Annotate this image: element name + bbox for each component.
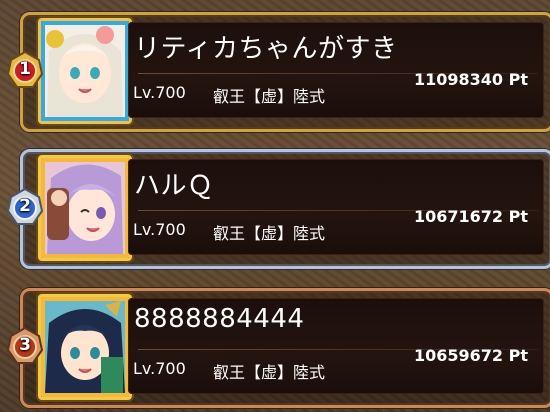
- player-title: 叡王【虚】陸式: [213, 87, 326, 106]
- player-name: 8888884444: [134, 304, 305, 334]
- player-info-panel: リティカちゃんがすき Lv.700 叡王【虚】陸式 11098340 Pt: [128, 22, 544, 118]
- player-name: ハルＱ: [134, 171, 214, 201]
- player-title: 叡王【虚】陸式: [213, 224, 326, 243]
- ranking-row-1[interactable]: 1 リティカちゃんがすき Lv.700 叡王【虚】陸式 11098340 Pt: [0, 8, 550, 133]
- avatar-elf-girl[interactable]: [38, 18, 132, 124]
- player-points: 10659672 Pt: [413, 346, 528, 365]
- ranking-row-2[interactable]: 2 ハルＱ Lv.700 叡王【虚】陸式 10671672 Pt: [0, 145, 550, 270]
- rank-number: 1: [19, 59, 31, 79]
- rank-badge: 1: [6, 50, 44, 90]
- elf-girl-avatar-icon: [41, 21, 129, 121]
- rank-number: 2: [19, 196, 31, 216]
- player-info-panel: 8888884444 Lv.700 叡王【虚】陸式 10659672 Pt: [128, 298, 544, 394]
- rank-badge: 3: [6, 326, 44, 366]
- player-level: Lv.700: [133, 359, 186, 378]
- player-name: リティカちゃんがすき: [134, 34, 398, 64]
- rank-number: 3: [19, 335, 31, 355]
- rank-badge: 2: [6, 187, 44, 227]
- player-points: 11098340 Pt: [413, 70, 528, 89]
- purple-hair-girl-avatar-icon: [41, 158, 129, 258]
- avatar-purple-hair-girl[interactable]: [38, 155, 132, 261]
- dark-hair-girl-avatar-icon: [41, 297, 129, 397]
- player-info-panel: ハルＱ Lv.700 叡王【虚】陸式 10671672 Pt: [128, 159, 544, 255]
- player-level: Lv.700: [133, 83, 186, 102]
- ranking-screen: { "ranking": [ { "rank": "1", "name": "リ…: [0, 0, 550, 412]
- avatar-dark-hair-girl[interactable]: [38, 294, 132, 400]
- player-points: 10671672 Pt: [413, 207, 528, 226]
- ranking-row-3[interactable]: 3 8888884444 Lv.700 叡王【虚】陸式 10659672 Pt: [0, 284, 550, 409]
- player-title: 叡王【虚】陸式: [213, 363, 326, 382]
- player-level: Lv.700: [133, 220, 186, 239]
